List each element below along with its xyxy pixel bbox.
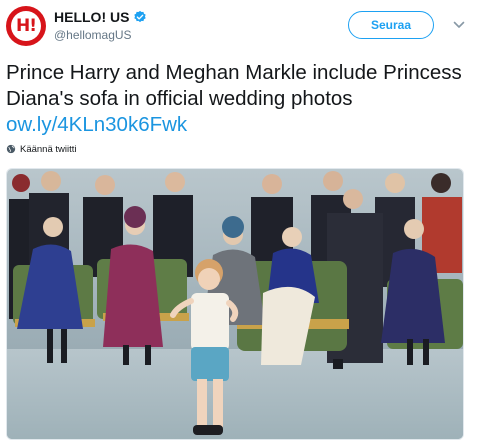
translate-tweet[interactable]: Käännä twiitti: [6, 142, 77, 156]
tweet-link[interactable]: ow.ly/4KLn30k6Fwk: [6, 113, 187, 136]
account-handle[interactable]: @hellomagUS: [54, 28, 147, 42]
verified-badge-icon: [134, 10, 147, 23]
avatar[interactable]: H!: [6, 6, 46, 46]
chevron-down-icon[interactable]: [452, 18, 466, 32]
account-names: HELLO! US @hellomagUS: [54, 8, 147, 42]
tweet-body: Prince Harry and Meghan Markle include P…: [6, 61, 462, 110]
family-photo-image: [7, 169, 463, 439]
avatar-logo-text: H!: [16, 16, 37, 36]
display-name[interactable]: HELLO! US: [54, 9, 129, 25]
follow-button[interactable]: Seuraa: [348, 11, 434, 39]
globe-icon: [6, 144, 16, 154]
display-name-row: HELLO! US: [54, 8, 147, 26]
translate-label: Käännä twiitti: [20, 143, 77, 155]
avatar-logo: H!: [11, 11, 41, 41]
tweet-photo[interactable]: [6, 168, 464, 440]
tweet-header: H! HELLO! US @hellomagUS Seuraa: [0, 0, 480, 52]
tweet-text: Prince Harry and Meghan Markle include P…: [6, 60, 476, 138]
